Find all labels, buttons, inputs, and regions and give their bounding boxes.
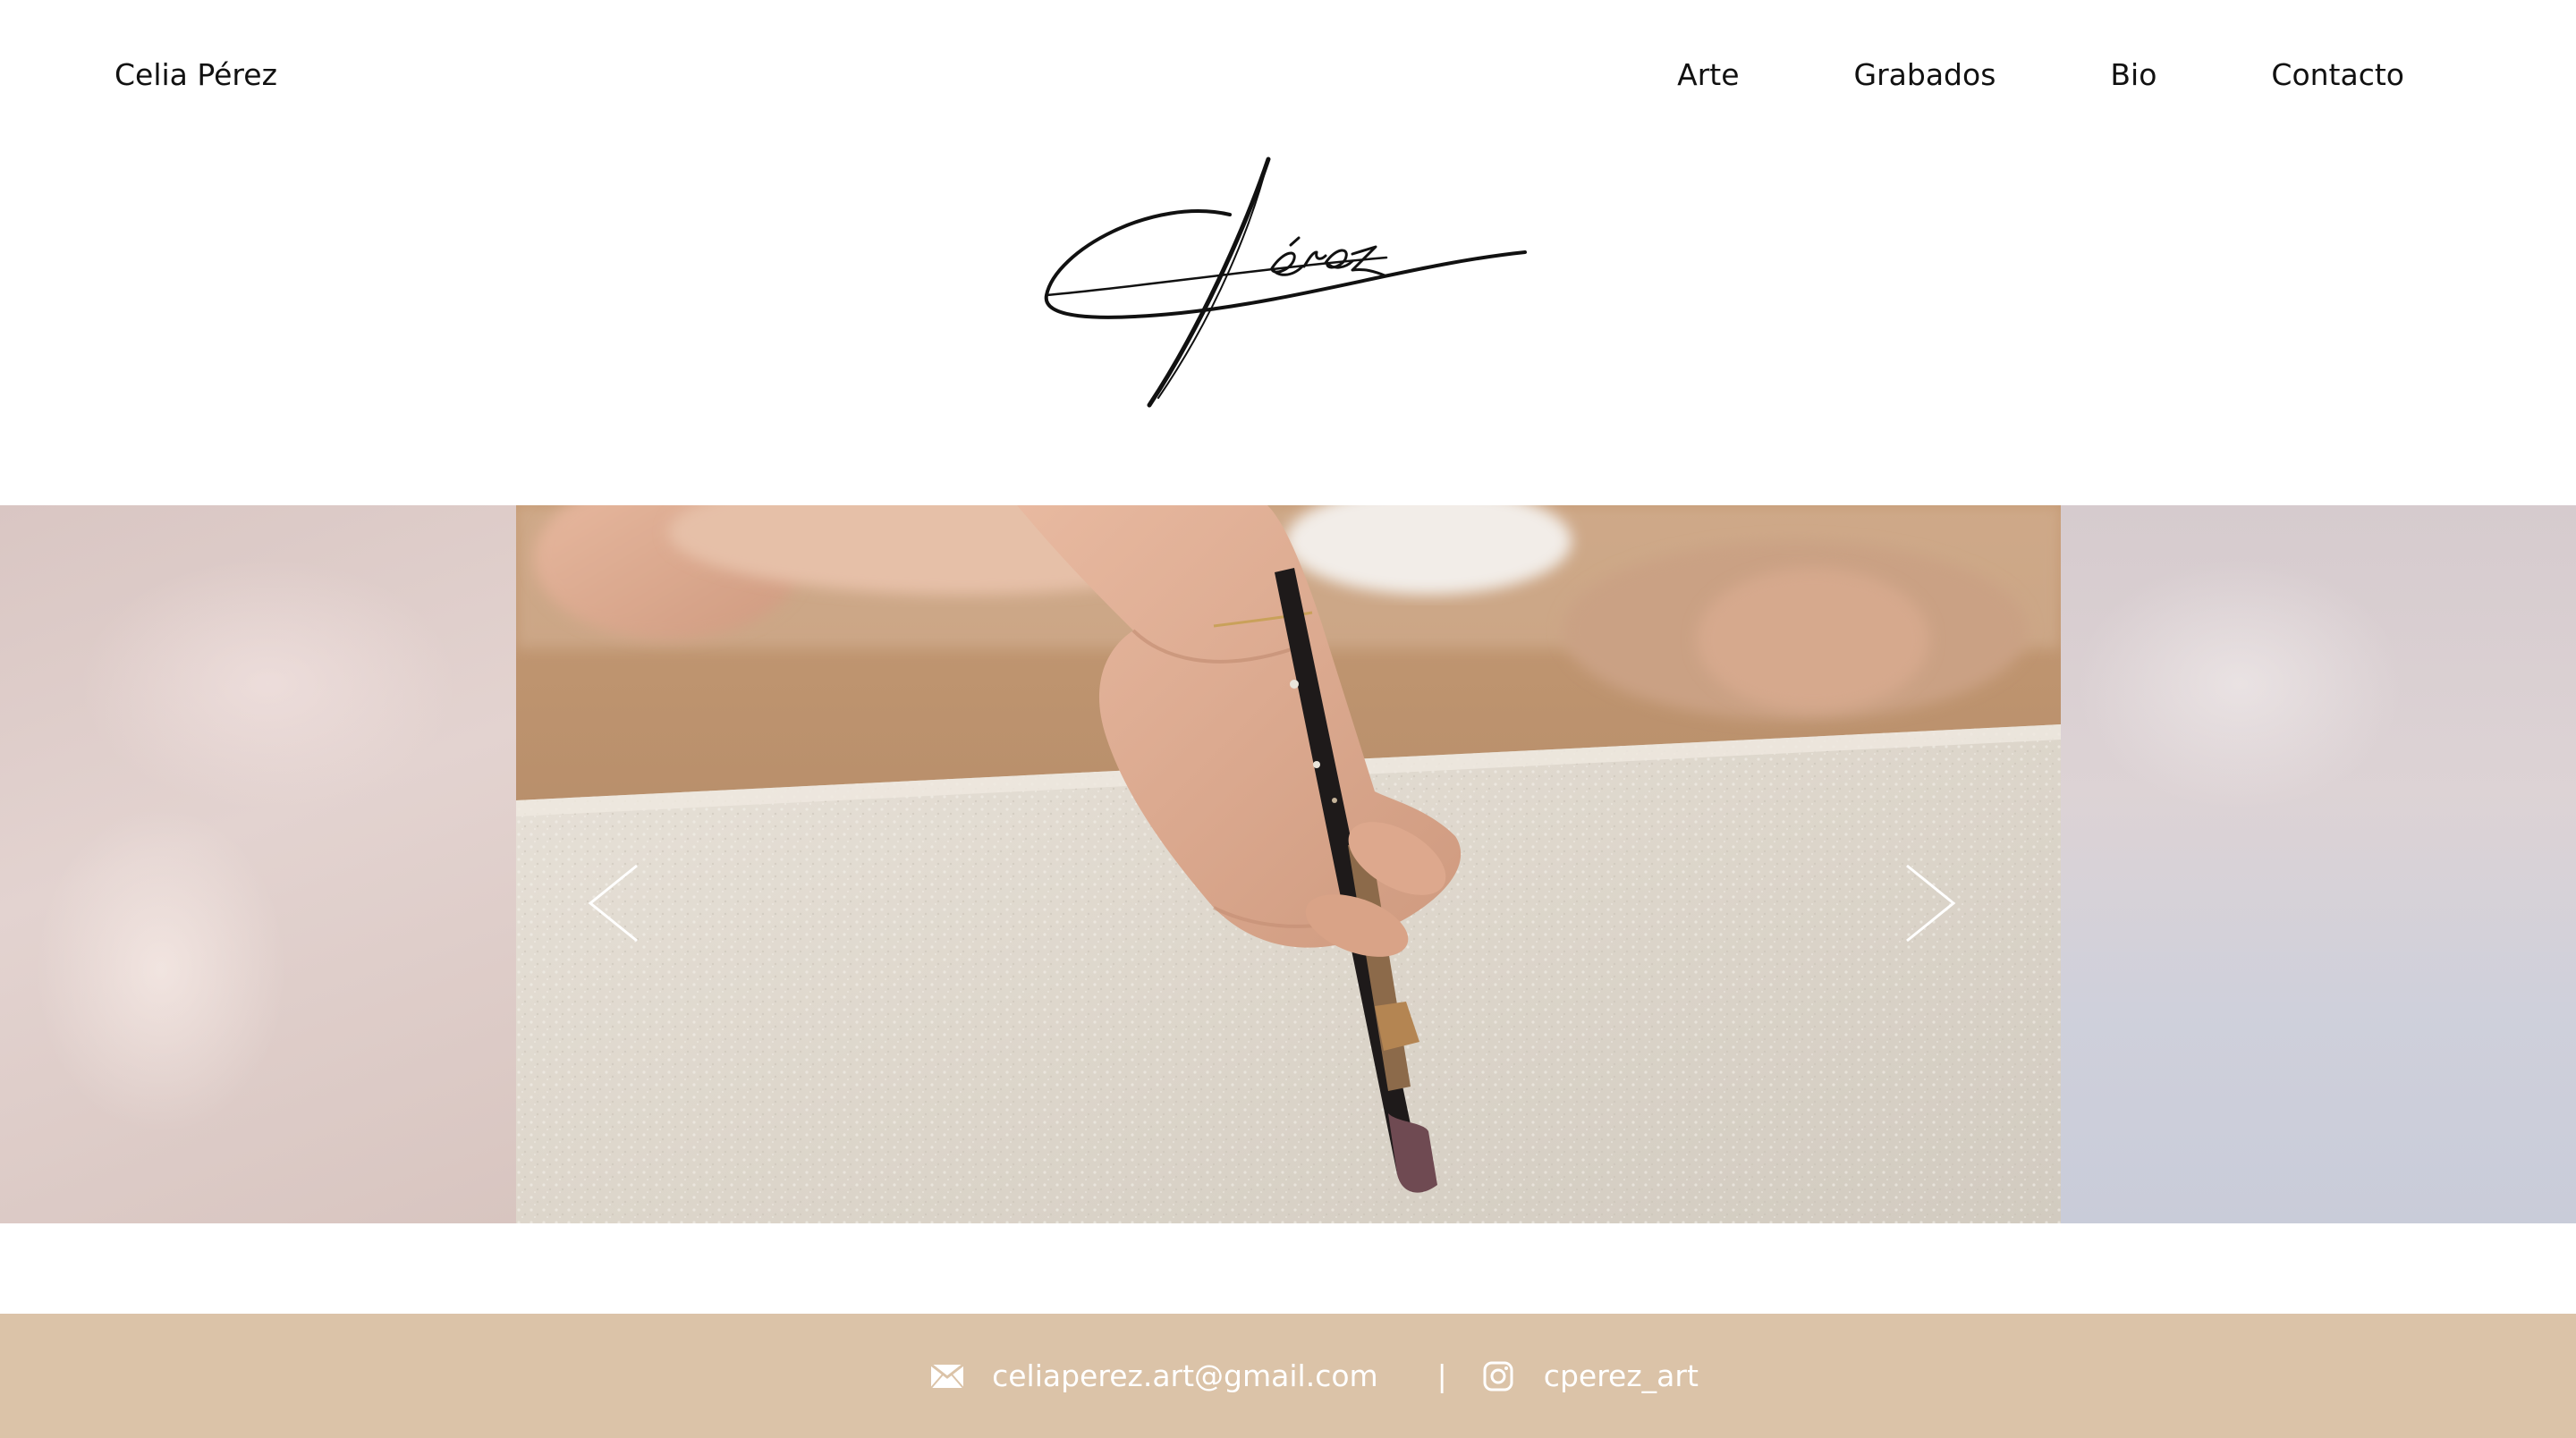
footer: celiaperez.art@gmail.com | cperez_art: [0, 1314, 2576, 1438]
nav-item-contacto[interactable]: Contacto: [2271, 54, 2404, 97]
chevron-right-icon[interactable]: [1898, 859, 1961, 948]
signature-logo[interactable]: [1038, 152, 1538, 411]
carousel-slide-previous[interactable]: [0, 505, 516, 1223]
instagram-icon: [1483, 1361, 1513, 1391]
page: Celia Pérez Arte Grabados Bio Contacto c…: [0, 0, 2576, 1438]
image-carousel[interactable]: [0, 505, 2576, 1223]
footer-contact: celiaperez.art@gmail.com | cperez_art: [931, 1358, 1699, 1393]
nav-item-arte[interactable]: Arte: [1677, 54, 1739, 97]
mail-icon: [931, 1364, 964, 1388]
nav-item-bio[interactable]: Bio: [2110, 54, 2157, 97]
artist-painting-image: [516, 505, 2061, 1223]
site-name-link[interactable]: Celia Pérez: [114, 54, 277, 97]
email-link[interactable]: celiaperez.art@gmail.com: [992, 1358, 1378, 1393]
nav-item-grabados[interactable]: Grabados: [1854, 54, 1996, 97]
instagram-link[interactable]: cperez_art: [1544, 1358, 1699, 1393]
chevron-left-icon[interactable]: [583, 859, 646, 948]
footer-separator: |: [1436, 1358, 1447, 1393]
carousel-slide-next[interactable]: [2061, 505, 2576, 1223]
carousel-slide-current: [516, 505, 2061, 1223]
main-nav: Arte Grabados Bio Contacto: [1677, 54, 2404, 97]
